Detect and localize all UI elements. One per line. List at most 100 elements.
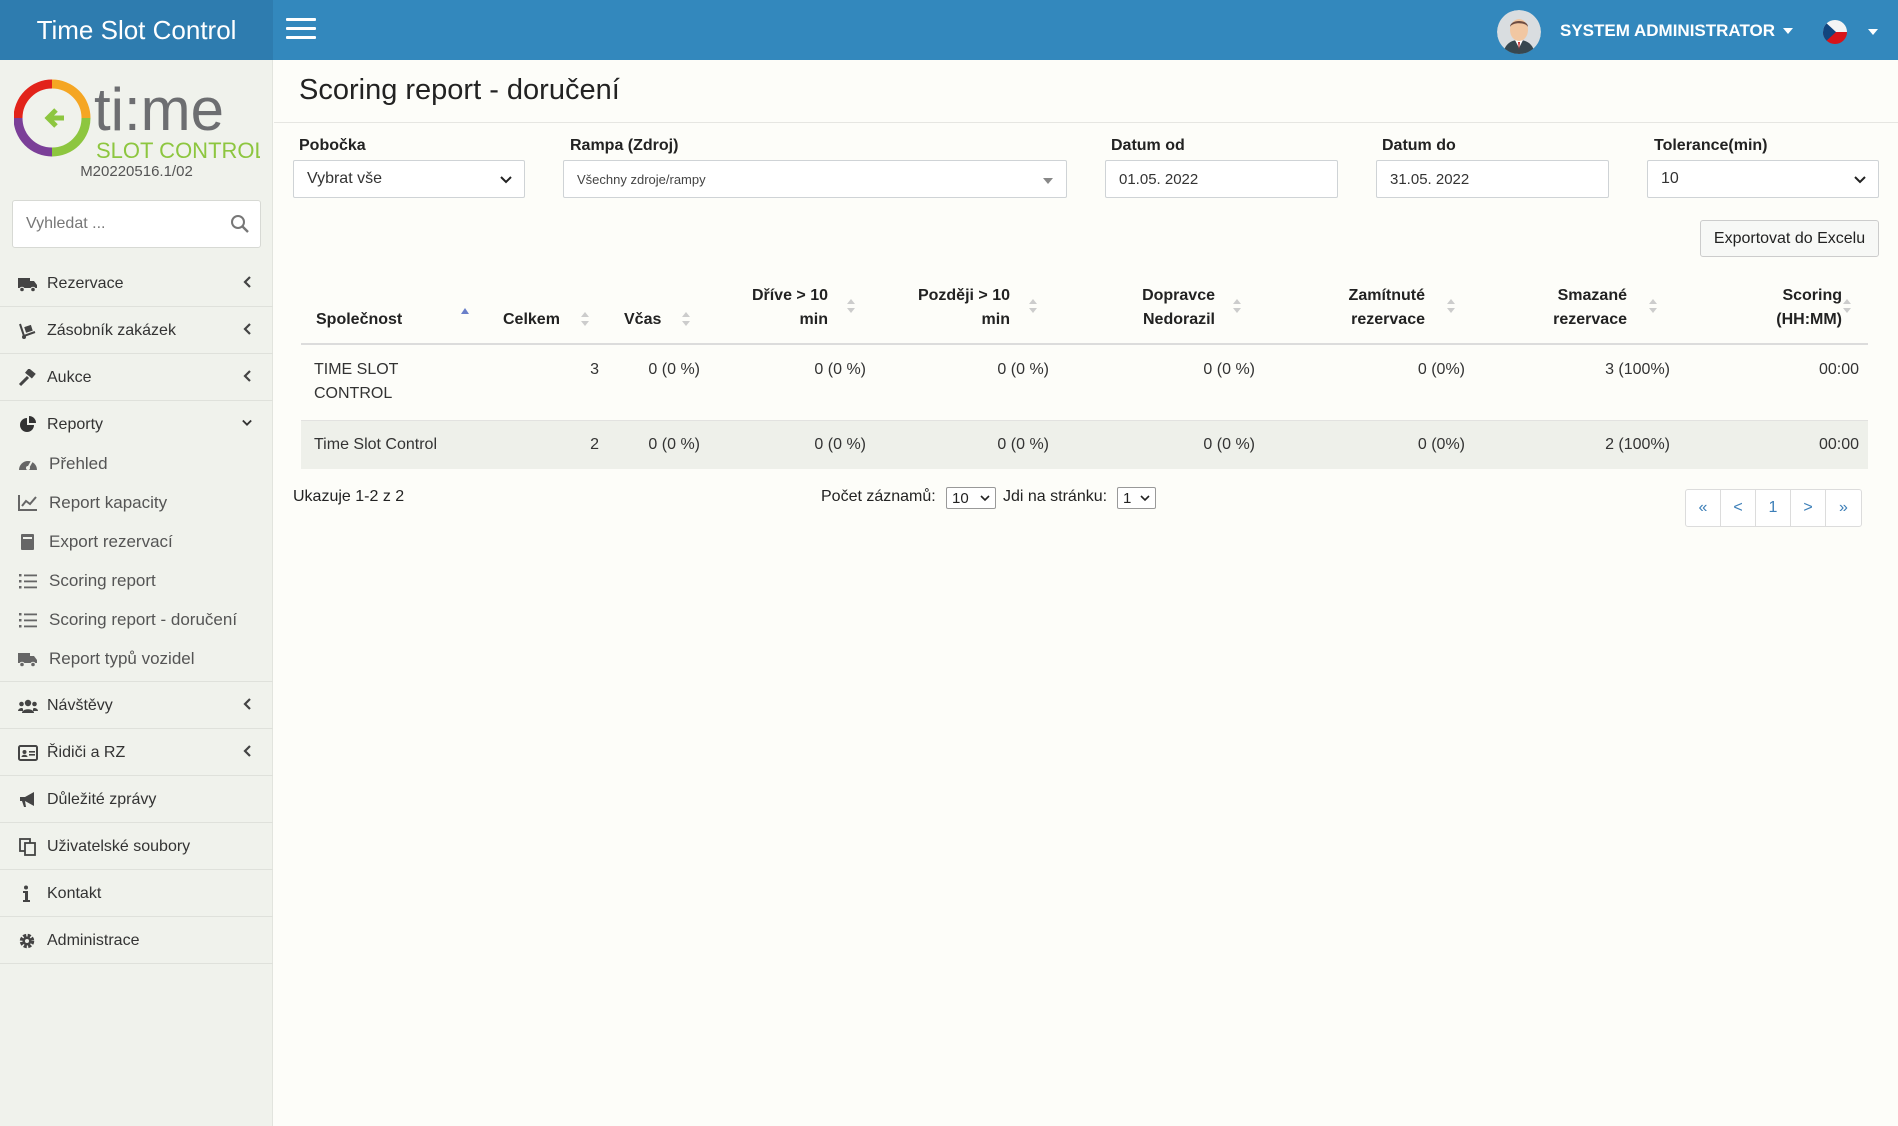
czech-flag-icon[interactable] [1823,20,1847,44]
chevron-left-icon [243,323,251,335]
sort-icon [1649,299,1657,313]
date-from-label: Datum od [1111,137,1185,154]
prev-page-button[interactable]: < [1721,490,1756,526]
cell-late: 0 (0 %) [997,436,1049,453]
sidebar-subitem-label: Report typů vozidel [49,649,195,668]
dashboard-gauge-icon [19,460,37,470]
truck-icon [18,278,37,293]
user-menu[interactable]: SYSTEM ADMINISTRATOR [1560,21,1794,41]
tolerance-select-value: 10 [1661,170,1679,187]
sidebar-item-ridici-a-rz[interactable]: Řidiči a RZ [0,729,273,776]
chevron-down-icon [980,495,990,502]
page-1-button[interactable]: 1 [1756,490,1791,526]
copy-files-icon [19,838,36,856]
col-header-not-arrived[interactable]: Dopravce Nedorazil [1046,280,1251,340]
search-input[interactable] [13,201,223,247]
avatar[interactable] [1497,10,1541,54]
col-header-label: Dopravce [1142,287,1215,304]
gear-icon [19,933,35,949]
app-version: M20220516.1/02 [80,163,193,180]
sidebar-item-label: Aukce [47,369,92,386]
cell-scoring: 00:00 [1818,361,1859,378]
branch-select[interactable]: Vybrat vše [293,160,525,198]
caret-down-icon [1043,178,1053,184]
col-header-late[interactable]: Později > 10 min [866,280,1046,340]
col-header-label: Celkem [503,311,560,328]
sidebar-item-rezervace[interactable]: Rezervace [0,260,273,307]
sidebar-item-reporty[interactable]: Reporty [0,401,273,448]
cell-on-time: 0 (0 %) [648,361,700,378]
pager-info: Ukazuje 1-2 z 2 [293,488,405,505]
sidebar: ti:me SLOT CONTROL M20220516.1/02 Rezerv… [0,60,273,1126]
first-page-button[interactable]: « [1686,490,1721,526]
sidebar-item-aukce[interactable]: Aukce [0,354,273,401]
sidebar-subitem-label: Scoring report - doručení [49,610,238,629]
sidebar-item-label: Důležité zprávy [47,791,157,808]
sidebar-item-uzivatelske-soubory[interactable]: Uživatelské soubory [0,823,273,870]
list-icon [19,613,37,628]
sidebar-subitem-export-rezervaci[interactable]: Export rezervací [0,523,273,561]
chevron-left-icon [243,276,251,288]
col-header-label: Nedorazil [1142,311,1215,328]
cell-late: 0 (0 %) [997,361,1049,378]
page-size-select[interactable]: 10 [946,487,996,509]
ramp-select[interactable]: Všechny zdroje/rampy [563,160,1067,198]
sidebar-subitem-label: Report kapacity [49,493,168,512]
sidebar-item-label: Návštěvy [47,697,113,714]
tolerance-select[interactable]: 10 [1647,160,1879,198]
sidebar-subitem-scoring-report-doruceni[interactable]: Scoring report - doručení [0,601,273,639]
col-header-label: Dříve > 10 [751,287,828,304]
search-icon[interactable] [230,214,250,234]
sidebar-item-administrace[interactable]: Administrace [0,917,273,964]
sidebar-item-navstevy[interactable]: Návštěvy [0,682,273,729]
sort-icon [1447,299,1455,313]
date-from-input[interactable]: 01.05. 2022 [1105,160,1338,198]
chevron-left-icon [243,698,251,710]
gavel-icon [18,369,36,387]
branch-label: Pobočka [299,137,366,154]
sidebar-subitem-scoring-report[interactable]: Scoring report [0,562,273,600]
title-divider [274,122,1898,123]
sidebar-subitem-report-kapacity[interactable]: Report kapacity [0,484,273,522]
col-header-early[interactable]: Dříve > 10 min [696,280,866,340]
col-header-total[interactable]: Celkem [476,280,596,340]
sidebar-subitem-report-typu-vozidel[interactable]: Report typů vozidel [0,640,273,678]
cell-deleted: 2 (100%) [1605,436,1670,453]
chevron-left-icon [243,370,251,382]
col-header-label: Smazané [1557,287,1627,304]
next-page-button[interactable]: > [1791,490,1826,526]
sidebar-item-zasobnik-zakazek[interactable]: Zásobník zakázek [0,307,273,354]
table-row [301,345,1868,420]
date-to-label: Datum do [1382,137,1456,154]
line-chart-icon [18,495,37,511]
tolerance-label: Tolerance(min) [1654,137,1768,154]
sidebar-item-dulezite-zpravy[interactable]: Důležité zprávy [0,776,273,823]
date-to-input[interactable]: 31.05. 2022 [1376,160,1609,198]
id-card-icon [18,745,38,761]
sort-icon [1843,299,1851,313]
svg-text:ti:me: ti:me [94,76,224,143]
col-header-label: (HH:MM) [1776,311,1842,328]
language-caret-icon[interactable] [1868,29,1878,35]
sidebar-item-kontakt[interactable]: Kontakt [0,870,273,917]
col-header-label: Později > 10 [917,287,1010,304]
goto-page-select[interactable]: 1 [1117,487,1156,509]
pagination: « < 1 > » [1685,489,1862,527]
top-bar: Time Slot Control SYSTEM ADMINISTRATOR [0,0,1898,60]
chevron-down-icon [1140,495,1150,502]
sidebar-item-label: Řidiči a RZ [47,744,126,761]
hamburger-menu-icon[interactable] [286,18,316,40]
export-excel-button[interactable]: Exportovat do Excelu [1700,220,1879,257]
col-header-company[interactable]: Společnost [301,280,476,340]
col-header-scoring[interactable]: Scoring (HH:MM) [1666,280,1868,340]
col-header-on-time[interactable]: Včas [596,280,696,340]
sidebar-item-label: Kontakt [47,885,102,902]
col-header-label: Včas [624,311,662,328]
pie-chart-icon [20,416,36,432]
last-page-button[interactable]: » [1826,490,1861,526]
sidebar-subitem-prehled[interactable]: Přehled [0,445,273,483]
col-header-rejected[interactable]: Zamítnuté rezervace [1251,280,1461,340]
time-slot-control-logo: ti:me SLOT CONTROL [13,72,267,163]
col-header-deleted[interactable]: Smazané rezervace [1461,280,1666,340]
app-title[interactable]: Time Slot Control [0,0,273,60]
